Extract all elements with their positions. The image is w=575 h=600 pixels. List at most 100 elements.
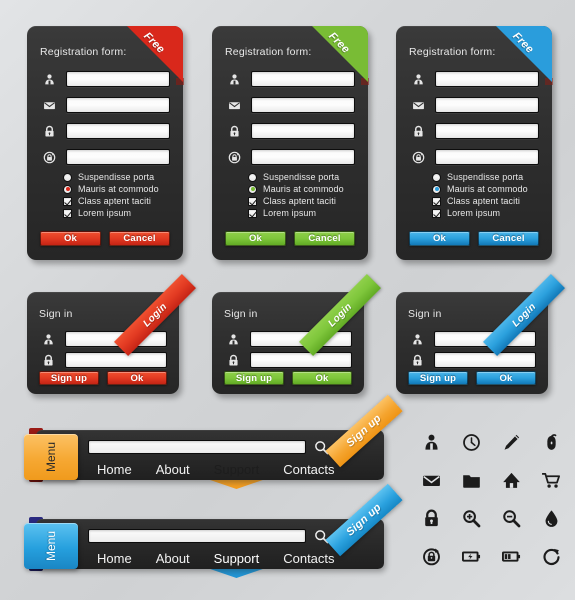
- username-input[interactable]: [65, 331, 167, 347]
- password-input[interactable]: [65, 352, 167, 368]
- nav-link-support[interactable]: Support: [208, 455, 265, 489]
- radio-icon[interactable]: [63, 184, 72, 194]
- choice-label: Class aptent taciti: [263, 196, 336, 206]
- lock-rotate-icon[interactable]: [414, 538, 448, 574]
- signup-button[interactable]: Sign up: [39, 371, 99, 385]
- radio-option[interactable]: Suspendisse porta: [248, 172, 344, 182]
- field-row-username: [408, 330, 536, 348]
- signin-panel-red: Sign in Sign up Ok Login: [27, 273, 197, 394]
- email-input[interactable]: [251, 97, 355, 113]
- choice-list: Suspendisse porta Mauris at commodo Clas…: [63, 172, 159, 218]
- refresh-icon[interactable]: [534, 538, 568, 574]
- ok-button[interactable]: Ok: [409, 231, 470, 246]
- radio-icon[interactable]: [63, 172, 72, 182]
- email-input[interactable]: [435, 97, 539, 113]
- battery-charging-icon[interactable]: [454, 538, 488, 574]
- page-title: Registration form:: [225, 46, 312, 58]
- password-input[interactable]: [250, 352, 352, 368]
- nav-link-home[interactable]: Home: [92, 460, 137, 480]
- radio-option[interactable]: Suspendisse porta: [432, 172, 528, 182]
- field-row-password: [225, 122, 355, 140]
- checkbox-icon[interactable]: [63, 196, 72, 206]
- signin-actions: Sign up Ok: [224, 371, 352, 385]
- email-input[interactable]: [66, 97, 170, 113]
- field-row-password: [409, 122, 539, 140]
- password-input[interactable]: [435, 123, 539, 139]
- nav-link-contacts[interactable]: Contacts: [278, 460, 339, 480]
- username-input[interactable]: [434, 331, 536, 347]
- password-input[interactable]: [251, 123, 355, 139]
- pencil-icon[interactable]: [494, 424, 528, 460]
- radio-option[interactable]: Mauris at commodo: [432, 184, 528, 194]
- ok-button[interactable]: Ok: [107, 371, 167, 385]
- choice-label: Suspendisse porta: [263, 172, 340, 182]
- cart-icon[interactable]: [534, 462, 568, 498]
- radio-option[interactable]: Mauris at commodo: [248, 184, 344, 194]
- confirm-password-input[interactable]: [435, 149, 539, 165]
- menu-tab-label: Menu: [44, 530, 58, 562]
- checkbox-icon[interactable]: [248, 208, 257, 218]
- cancel-button[interactable]: Cancel: [478, 231, 539, 246]
- lock-icon[interactable]: [414, 500, 448, 536]
- cancel-button[interactable]: Cancel: [294, 231, 355, 246]
- radio-option[interactable]: Mauris at commodo: [63, 184, 159, 194]
- user-icon: [225, 70, 243, 88]
- nav-link-about[interactable]: About: [151, 460, 195, 480]
- cancel-button[interactable]: Cancel: [109, 231, 170, 246]
- username-input[interactable]: [250, 331, 352, 347]
- radio-option[interactable]: Suspendisse porta: [63, 172, 159, 182]
- ok-button[interactable]: Ok: [476, 371, 536, 385]
- radio-icon[interactable]: [248, 172, 257, 182]
- droplet-icon[interactable]: [534, 500, 568, 536]
- nav-link-contacts[interactable]: Contacts: [278, 549, 339, 569]
- choice-label: Lorem ipsum: [263, 208, 317, 218]
- menu-tab-orange[interactable]: Menu: [24, 434, 78, 480]
- user-icon: [408, 330, 426, 348]
- signup-button[interactable]: Sign up: [224, 371, 284, 385]
- radio-icon[interactable]: [432, 184, 441, 194]
- zoom-out-icon[interactable]: [494, 500, 528, 536]
- checkbox-icon[interactable]: [63, 208, 72, 218]
- confirm-password-input[interactable]: [66, 149, 170, 165]
- signup-button[interactable]: Sign up: [408, 371, 468, 385]
- menu-tab-blue[interactable]: Menu: [24, 523, 78, 569]
- home-icon[interactable]: [494, 462, 528, 498]
- field-row-username: [39, 330, 167, 348]
- user-icon[interactable]: [414, 424, 448, 460]
- nav-link-home[interactable]: Home: [92, 549, 137, 569]
- search-input[interactable]: [88, 440, 306, 454]
- ok-button[interactable]: Ok: [40, 231, 101, 246]
- signin-title: Sign in: [39, 308, 73, 320]
- radio-icon[interactable]: [248, 184, 257, 194]
- radio-icon[interactable]: [432, 172, 441, 182]
- checkbox-option[interactable]: Class aptent taciti: [432, 196, 528, 206]
- user-icon: [39, 330, 57, 348]
- checkbox-option[interactable]: Class aptent taciti: [248, 196, 344, 206]
- nav-link-about[interactable]: About: [151, 549, 195, 569]
- folder-icon[interactable]: [454, 462, 488, 498]
- signin-title: Sign in: [224, 308, 258, 320]
- checkbox-option[interactable]: Lorem ipsum: [63, 208, 159, 218]
- user-icon: [224, 330, 242, 348]
- checkbox-icon[interactable]: [432, 196, 441, 206]
- battery-half-icon[interactable]: [494, 538, 528, 574]
- lock-icon: [409, 122, 427, 140]
- zoom-in-icon[interactable]: [454, 500, 488, 536]
- checkbox-option[interactable]: Lorem ipsum: [248, 208, 344, 218]
- checkbox-option[interactable]: Lorem ipsum: [432, 208, 528, 218]
- password-input[interactable]: [66, 123, 170, 139]
- checkbox-icon[interactable]: [432, 208, 441, 218]
- checkbox-option[interactable]: Class aptent taciti: [63, 196, 159, 206]
- envelope-icon[interactable]: [414, 462, 448, 498]
- clock-icon[interactable]: [454, 424, 488, 460]
- ok-button[interactable]: Ok: [292, 371, 352, 385]
- nav-links: Home About Support Contacts: [92, 455, 340, 489]
- mouse-icon[interactable]: [534, 424, 568, 460]
- field-row-password: [40, 122, 170, 140]
- confirm-password-input[interactable]: [251, 149, 355, 165]
- ok-button[interactable]: Ok: [225, 231, 286, 246]
- nav-link-support[interactable]: Support: [208, 544, 265, 578]
- search-input[interactable]: [88, 529, 306, 543]
- password-input[interactable]: [434, 352, 536, 368]
- checkbox-icon[interactable]: [248, 196, 257, 206]
